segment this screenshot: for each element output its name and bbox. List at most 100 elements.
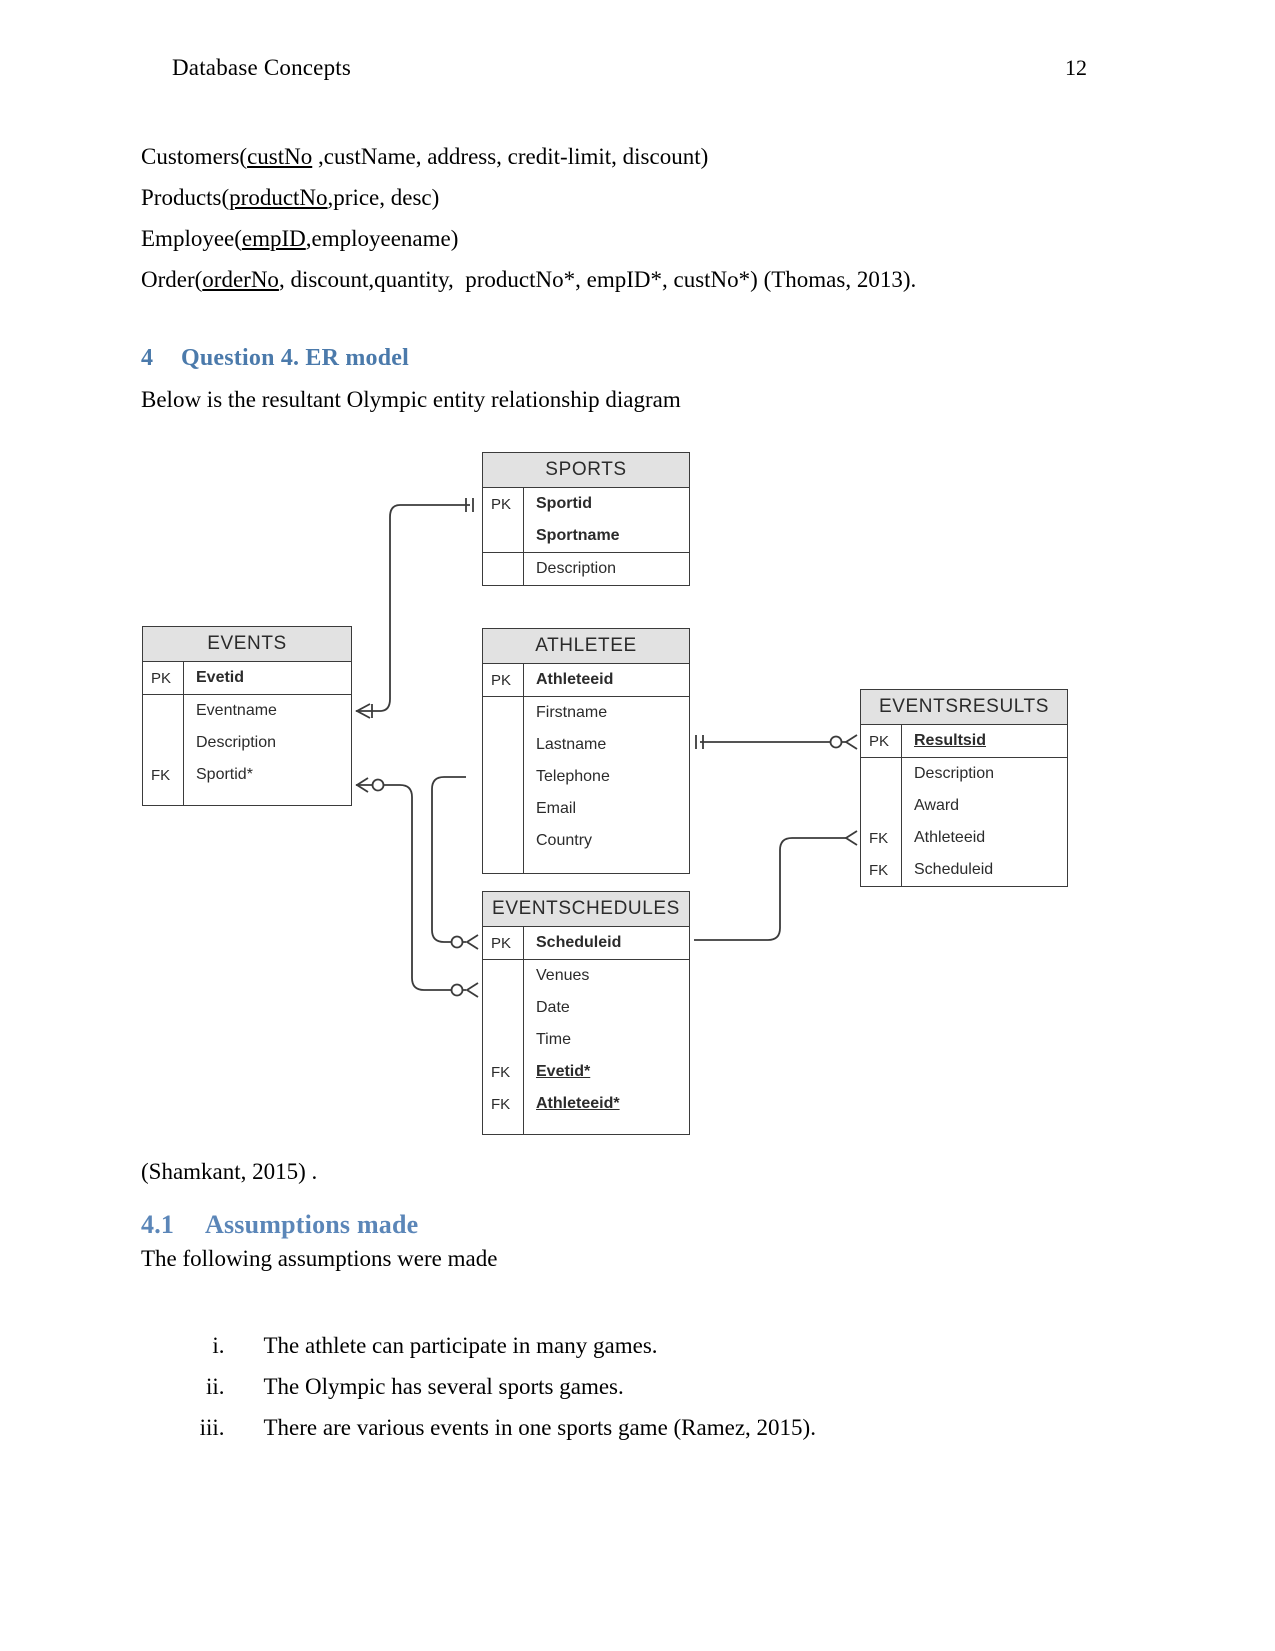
entity-row-filler (483, 857, 689, 873)
page-header: Database Concepts 12 (172, 55, 1087, 81)
entity-row: Firstname (483, 697, 689, 729)
entity-title-eventsresults: EVENTSRESULTS (861, 690, 1067, 725)
row-key: PK (491, 495, 512, 513)
section4-intro: Below is the resultant Olympic entity re… (141, 387, 681, 412)
row-key: FK (151, 766, 171, 784)
row-attribute: Time (523, 1024, 689, 1056)
card-zero-sched-a (450, 983, 464, 997)
section-heading-4: 4 Question 4. ER model (141, 345, 409, 372)
entity-row: FK Scheduleid (861, 854, 1067, 886)
section-title: Question 4. ER model (181, 345, 410, 371)
row-attribute: Lastname (523, 729, 689, 761)
row-key (483, 960, 523, 992)
row-attribute: Scheduleid (901, 854, 1067, 886)
line-sports-events (356, 504, 470, 712)
row-key: PK (491, 671, 512, 689)
entity-events[interactable]: EVENTS PK Evetid Eventname Description F… (142, 626, 352, 806)
row-attribute: Description (523, 553, 689, 585)
entity-row: Venues (483, 960, 689, 992)
row-attribute: Award (901, 790, 1067, 822)
card-many-sched-b (465, 934, 479, 950)
document-title: Database Concepts (172, 55, 352, 80)
primary-key-empid: empID (241, 226, 306, 251)
row-attribute: Date (523, 992, 689, 1024)
relation-line-customers: Customers(custNo ,custName, address, cre… (141, 145, 708, 168)
line-athletee-eventschedules (431, 776, 466, 943)
row-key (483, 761, 523, 793)
relation-line-order: Order(orderNo, discount,quantity, produc… (141, 268, 916, 291)
row-key: PK (491, 934, 512, 952)
entity-row: Time (483, 1024, 689, 1056)
relation-line-products: Products(productNo,price, desc) (141, 186, 439, 209)
entity-row: PK Sportid (483, 488, 689, 520)
row-key (483, 520, 523, 552)
row-attribute: Sportname (523, 520, 689, 552)
entity-row: Telephone (483, 761, 689, 793)
row-key-empty (143, 791, 183, 805)
primary-key-productno: productNo (229, 185, 328, 210)
row-key: PK (869, 732, 890, 750)
card-zero-events-sched (371, 778, 385, 792)
entity-row: Lastname (483, 729, 689, 761)
relation-prefix: Order( (141, 267, 203, 292)
row-key: PK (151, 669, 172, 687)
subsection-title: Assumptions made (205, 1210, 419, 1239)
row-attribute: Description (901, 758, 1067, 790)
row-key (483, 1024, 523, 1056)
row-attribute-empty (523, 857, 689, 873)
entity-row: Description (861, 758, 1067, 790)
row-attribute: Firstname (523, 697, 689, 729)
row-attribute: Eventname (183, 695, 351, 727)
entity-row: PK Athleteeid (483, 664, 689, 696)
card-many-sched-a (465, 982, 479, 998)
card-many-results-b (844, 830, 858, 846)
entity-row: FK Evetid* (483, 1056, 689, 1088)
row-key (483, 793, 523, 825)
entity-row: Description (143, 727, 351, 759)
relation-suffix: ,employeename) (305, 226, 459, 251)
row-key-empty (483, 857, 523, 873)
entity-row: Eventname (143, 695, 351, 727)
relation-prefix: Employee( (141, 226, 242, 251)
entity-row: Date (483, 992, 689, 1024)
entity-row: Award (861, 790, 1067, 822)
row-key: FK (869, 829, 889, 847)
entity-row: Sportname (483, 520, 689, 552)
row-key: FK (869, 861, 889, 879)
row-key (483, 825, 523, 857)
entity-row: Email (483, 793, 689, 825)
relation-suffix: , discount,quantity, productNo*, empID*,… (278, 267, 917, 292)
entity-title-eventschedules: EVENTSCHEDULES (483, 892, 689, 927)
row-key (143, 727, 183, 759)
entity-section-attrs: Eventname Description FK Sportid* (143, 695, 351, 805)
row-attribute: Telephone (523, 761, 689, 793)
entity-section-attrs: Firstname Lastname Telephone Email Count… (483, 697, 689, 873)
card-zero-results-a (829, 735, 843, 749)
row-key (483, 992, 523, 1024)
row-key: FK (491, 1095, 511, 1113)
entity-row: FK Athleteeid (861, 822, 1067, 854)
line-eventschedules-eventsresults (694, 837, 846, 941)
relation-suffix: ,custName, address, credit-limit, discou… (312, 144, 709, 169)
row-attribute: Resultsid (901, 725, 1067, 757)
row-attribute: Scheduleid (523, 927, 689, 959)
row-key (143, 695, 183, 727)
entity-eventsresults[interactable]: EVENTSRESULTS PK Resultsid Description A… (860, 689, 1068, 887)
section41-intro: The following assumptions were made (141, 1246, 498, 1271)
entity-eventschedules[interactable]: EVENTSCHEDULES PK Scheduleid Venues Date… (482, 891, 690, 1135)
relation-line-employee: Employee(empID,employeename) (141, 227, 458, 250)
entity-title-sports: SPORTS (483, 453, 689, 488)
section-number: 4 (141, 345, 154, 371)
entity-section-pk: PK Resultsid (861, 725, 1067, 758)
list-item-marker: iii. (199, 1415, 225, 1440)
entity-section-pk: PK Sportid Sportname (483, 488, 689, 553)
row-attribute-empty (523, 1120, 689, 1134)
entity-athletee[interactable]: ATHLETEE PK Athleteeid Firstname Lastnam… (482, 628, 690, 874)
row-attribute: Email (523, 793, 689, 825)
subsection-number: 4.1 (141, 1210, 175, 1239)
row-attribute: Evetid* (523, 1056, 689, 1088)
row-attribute: Venues (523, 960, 689, 992)
row-attribute: Evetid (183, 662, 351, 694)
entity-sports[interactable]: SPORTS PK Sportid Sportname Description (482, 452, 690, 586)
entity-row: PK Scheduleid (483, 927, 689, 959)
